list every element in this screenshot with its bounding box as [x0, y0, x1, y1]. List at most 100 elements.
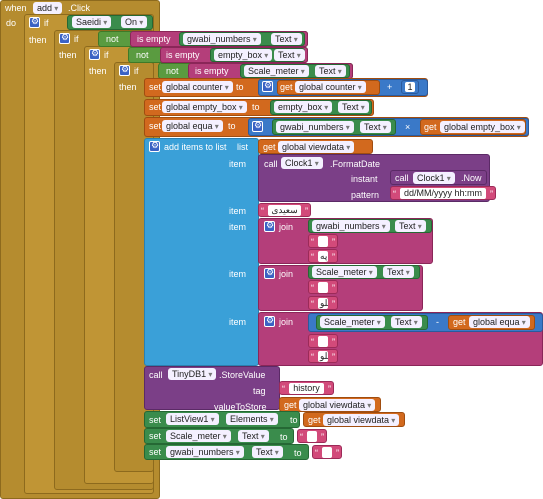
- empty-string-value[interactable]: [307, 431, 317, 442]
- join-string-value[interactable]: قاپه: [318, 251, 328, 262]
- call-label: call: [149, 370, 163, 380]
- join-string[interactable]: “-”: [308, 234, 338, 248]
- if-label: if: [104, 50, 109, 60]
- set-label: set: [149, 121, 162, 131]
- join-string-value[interactable]: -: [318, 282, 328, 293]
- set-label: set: [149, 82, 162, 92]
- gear-icon[interactable]: [29, 16, 40, 28]
- clock-dropdown[interactable]: Clock1: [413, 172, 455, 184]
- gear-icon[interactable]: [89, 48, 100, 60]
- equa-get-dropdown[interactable]: global equa: [469, 316, 530, 328]
- get-label: get: [284, 400, 297, 410]
- join-string[interactable]: “کیلو”: [308, 296, 338, 310]
- not-label: not: [136, 50, 149, 60]
- join-string-value[interactable]: -: [318, 236, 328, 247]
- empty-string[interactable]: “”: [297, 429, 327, 443]
- instant-label: instant: [351, 174, 378, 184]
- empty-box-dropdown[interactable]: empty_box: [214, 49, 273, 61]
- text-prop-dropdown[interactable]: Text: [391, 316, 422, 328]
- get-label: get: [424, 122, 437, 132]
- join-string[interactable]: “-”: [308, 280, 338, 294]
- number-literal[interactable]: 1: [401, 80, 419, 94]
- text-prop-dropdown[interactable]: Text: [238, 430, 269, 442]
- gear-icon[interactable]: [59, 32, 70, 44]
- text-prop-dropdown[interactable]: Text: [360, 121, 391, 133]
- minus-operator: -: [436, 317, 439, 327]
- pattern-value[interactable]: dd/MM/yyyy hh:mm: [400, 188, 486, 199]
- to-label: to: [228, 121, 236, 131]
- gear-icon[interactable]: [264, 220, 275, 232]
- empty-box-var-dropdown[interactable]: global empty_box: [162, 101, 247, 113]
- tag-string[interactable]: “history”: [279, 381, 334, 395]
- join-string-value[interactable]: -: [318, 336, 328, 347]
- gwabi-dropdown[interactable]: gwabi_numbers: [312, 220, 390, 232]
- text-prop-dropdown[interactable]: Text: [395, 220, 426, 232]
- scale-meter-dropdown[interactable]: Scale_meter: [244, 65, 309, 77]
- item-value[interactable]: سعیدی: [268, 205, 301, 216]
- viewdata-get-dropdown[interactable]: global viewdata: [323, 414, 400, 426]
- empty-string[interactable]: “”: [312, 445, 342, 459]
- gear-icon[interactable]: [252, 120, 263, 132]
- text-prop-dropdown[interactable]: Text: [383, 266, 414, 278]
- pattern-string[interactable]: “dd/MM/yyyy hh:mm”: [390, 186, 496, 200]
- number-value[interactable]: 1: [405, 82, 415, 92]
- text-prop-dropdown[interactable]: Text: [315, 65, 346, 77]
- to-label: to: [236, 82, 244, 92]
- scale-meter-dropdown[interactable]: Scale_meter: [166, 430, 231, 442]
- empty-box-comp-dropdown[interactable]: empty_box: [274, 101, 333, 113]
- equa-var-dropdown[interactable]: global equa: [162, 120, 223, 132]
- format-date-method: .FormatDate: [330, 159, 381, 169]
- tinydb-dropdown[interactable]: TinyDB1: [168, 368, 217, 380]
- to-label: to: [280, 432, 288, 442]
- gwabi-dropdown[interactable]: gwabi_numbers: [183, 33, 261, 45]
- if-label: if: [74, 34, 79, 44]
- item-label: item: [229, 159, 247, 169]
- counter-var-dropdown[interactable]: global counter: [162, 81, 233, 93]
- text-prop-dropdown[interactable]: Text: [274, 49, 305, 61]
- gwabi-dropdown[interactable]: gwabi_numbers: [166, 446, 244, 458]
- if-label: if: [134, 66, 139, 76]
- text-prop-dropdown[interactable]: Text: [338, 101, 369, 113]
- saeidi-dropdown[interactable]: Saeidi: [72, 16, 112, 28]
- times-operator: ×: [405, 122, 411, 132]
- scale-meter-dropdown[interactable]: Scale_meter: [312, 266, 377, 278]
- tag-value[interactable]: history: [289, 383, 324, 394]
- text-prop-dropdown[interactable]: Text: [271, 33, 302, 45]
- counter-get-dropdown[interactable]: global counter: [295, 81, 366, 93]
- join-string[interactable]: “کیلو”: [308, 349, 338, 363]
- gwabi-dropdown[interactable]: gwabi_numbers: [276, 121, 354, 133]
- scale-meter-dropdown[interactable]: Scale_meter: [320, 316, 385, 328]
- join-string[interactable]: “-”: [308, 334, 338, 348]
- viewdata-get-dropdown[interactable]: global viewdata: [299, 399, 376, 411]
- listview-dropdown[interactable]: ListView1: [166, 413, 219, 425]
- join-label: join: [279, 269, 294, 279]
- join-string-value[interactable]: کیلو: [318, 298, 328, 309]
- item-string[interactable]: “سعیدی”: [258, 203, 311, 217]
- is-empty-label: is empty: [137, 34, 171, 44]
- set-label: set: [149, 415, 162, 425]
- join-string-value[interactable]: کیلو: [318, 351, 328, 362]
- text-prop-dropdown[interactable]: Text: [252, 446, 283, 458]
- item-label: item: [229, 317, 247, 327]
- gear-icon[interactable]: [262, 80, 273, 92]
- get-label: get: [453, 317, 466, 327]
- join-string[interactable]: “قاپه”: [308, 249, 338, 263]
- elements-prop-dropdown[interactable]: Elements: [226, 413, 278, 425]
- gear-icon[interactable]: [264, 267, 275, 279]
- empty-box-get-dropdown[interactable]: global empty_box: [440, 121, 525, 133]
- gear-icon[interactable]: [149, 140, 160, 152]
- then-label: then: [59, 50, 77, 60]
- gear-icon[interactable]: [264, 315, 275, 327]
- then-label: then: [89, 66, 107, 76]
- item-label: item: [229, 206, 247, 216]
- to-label: to: [290, 415, 298, 425]
- add-items-to-list-block[interactable]: [144, 138, 259, 366]
- event-component-dropdown[interactable]: add: [33, 2, 63, 14]
- on-prop-dropdown[interactable]: On: [121, 16, 148, 28]
- set-label: set: [149, 431, 162, 441]
- clock-dropdown[interactable]: Clock1: [281, 157, 323, 169]
- now-method: .Now: [461, 173, 482, 183]
- empty-string-value[interactable]: [322, 447, 332, 458]
- viewdata-get-dropdown[interactable]: global viewdata: [278, 141, 355, 153]
- gear-icon[interactable]: [119, 64, 130, 76]
